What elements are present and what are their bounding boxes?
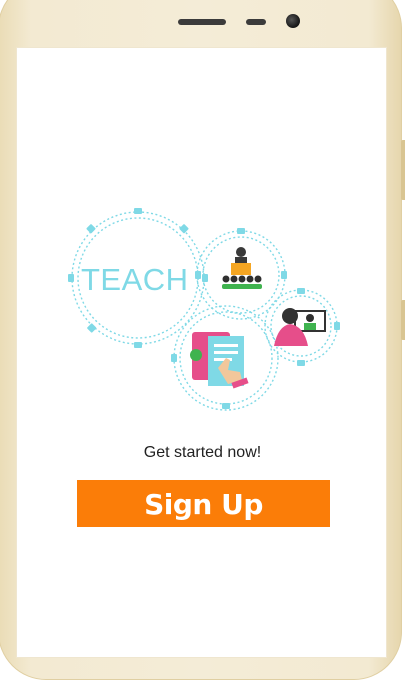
- tablet-hand-icon: [190, 332, 249, 389]
- phone-mockup: TEACH Get started now! Sign Up: [0, 0, 405, 680]
- phone-volume-button: [401, 140, 405, 200]
- teach-gears-illustration: TEACH: [68, 208, 340, 411]
- tagline: Get started now!: [143, 444, 262, 461]
- sign-up-button[interactable]: Sign Up: [77, 480, 330, 527]
- video-call-icon: [274, 308, 326, 346]
- presenter-icon: [222, 247, 262, 289]
- phone-speaker: [178, 19, 226, 25]
- teach-word: TEACH: [81, 262, 189, 297]
- phone-sensor: [246, 19, 266, 25]
- phone-power-button: [401, 300, 405, 340]
- phone-camera: [286, 14, 300, 28]
